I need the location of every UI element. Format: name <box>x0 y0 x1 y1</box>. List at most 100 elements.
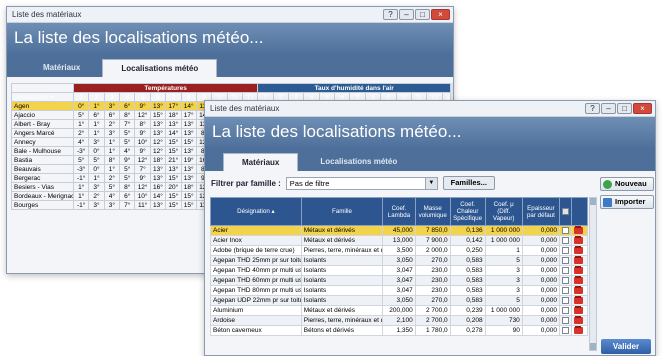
temp-cell: 5° <box>72 155 90 165</box>
minimize-button[interactable]: – <box>601 103 616 114</box>
table-row[interactable]: Acier Métaux et dérivés 45,000 7 850,0 0,136… <box>210 225 589 236</box>
column-header[interactable]: Masse volumique <box>414 197 451 226</box>
month-temp-header[interactable]: 1 <box>72 92 90 102</box>
tab-materiaux[interactable]: Matériaux <box>25 59 98 77</box>
materials-scrollbar[interactable] <box>589 197 597 351</box>
tab-materiaux[interactable]: Matériaux <box>223 153 299 171</box>
table-row[interactable]: Agepan THD 80mm pr multi usageIsolants3,… <box>210 285 589 296</box>
scroll-down-icon[interactable] <box>590 343 596 350</box>
importer-button[interactable]: Importer <box>600 195 654 209</box>
visible-checkbox[interactable] <box>559 265 572 276</box>
localisation-name: Bastia <box>11 155 74 165</box>
close-button[interactable]: × <box>633 103 652 114</box>
delete-button[interactable] <box>570 245 589 256</box>
cell-c: 0,208 <box>449 315 486 326</box>
minimize-button[interactable]: – <box>399 9 414 20</box>
temp-cell: 1° <box>88 101 105 111</box>
maximize-button[interactable]: □ <box>617 103 632 114</box>
month-temp-header[interactable]: 5 <box>134 92 151 102</box>
delete-button[interactable] <box>570 275 589 286</box>
visible-checkbox[interactable] <box>559 225 572 236</box>
temp-cell: 13° <box>149 173 167 183</box>
column-header[interactable]: Coef. Chaleur Spécifique <box>449 197 486 226</box>
month-temp-header[interactable]: 8 <box>180 92 197 102</box>
help-button[interactable]: ? <box>585 103 600 114</box>
back-window-title: Liste des matériaux <box>12 10 82 19</box>
visible-checkbox[interactable] <box>559 315 572 326</box>
column-header[interactable]: Coef. Lambda <box>382 197 416 226</box>
temp-cell: 6° <box>103 110 121 120</box>
familles-button[interactable]: Familles... <box>442 176 495 190</box>
cell-d: Aluminium <box>210 305 302 316</box>
valider-button[interactable]: Valider <box>601 339 651 354</box>
temp-cell: 2° <box>103 119 121 129</box>
table-row[interactable]: Agepan UDP 22mm pr sur toiture Isolants 3,… <box>210 295 589 306</box>
visible-checkbox[interactable] <box>559 235 572 246</box>
cell-m: 270,0 <box>414 255 451 266</box>
group-humidite: Taux d'humidité dans l'air <box>257 83 451 93</box>
month-temp-header[interactable]: 3 <box>103 92 121 102</box>
delete-button[interactable] <box>570 235 589 246</box>
localisation-name: Agen <box>11 101 74 111</box>
close-button[interactable]: × <box>431 9 450 20</box>
visible-checkbox[interactable] <box>559 325 572 336</box>
table-row[interactable]: Agepan THD 40mm pr multi usageIsolants3,… <box>210 265 589 276</box>
visible-checkbox[interactable] <box>559 305 572 316</box>
delete-button[interactable] <box>570 315 589 326</box>
delete-button[interactable] <box>570 295 589 306</box>
table-row[interactable]: Adobe (brique de terre crue) Pierres, ter… <box>210 245 589 256</box>
visible-checkbox[interactable] <box>559 245 572 256</box>
tab-localisations[interactable]: Localisations météo <box>302 153 415 171</box>
table-row[interactable]: Agepan THD 60mm pr multi usageIsolants3,… <box>210 275 589 286</box>
localisation-header[interactable]: Localisation ▾ <box>11 92 74 102</box>
column-header[interactable]: Désignation ▴ <box>210 197 302 226</box>
temp-cell: 14° <box>180 101 197 111</box>
delete-button[interactable] <box>570 285 589 296</box>
filter-bar: Filtrer par famille : Pas de filtre ▼ Fa… <box>205 171 655 195</box>
temp-cell: 3° <box>88 200 105 210</box>
table-row[interactable]: Ardoise Pierres, terre, minéraux et dér 2,… <box>210 315 589 326</box>
column-header[interactable]: Coef. μ (Diff. Vapeur) <box>484 197 523 226</box>
cell-c: 0,583 <box>449 255 486 266</box>
front-window-title: Liste des matériaux <box>210 104 280 113</box>
temp-cell: 1° <box>72 191 90 201</box>
visible-checkbox[interactable] <box>559 275 572 286</box>
column-header[interactable]: Epaisseur par défaut <box>521 197 561 226</box>
filter-select[interactable]: Pas de filtre ▼ <box>285 176 438 190</box>
temp-cell: 12° <box>134 155 151 165</box>
visible-checkbox[interactable] <box>559 285 572 296</box>
column-header[interactable]: Famille <box>300 197 384 226</box>
delete-button[interactable] <box>570 305 589 316</box>
temp-cell: 12° <box>134 110 151 120</box>
table-row[interactable]: Acier Inox Métaux et dérivés 13,000 7 900,0… <box>210 235 589 246</box>
month-temp-header[interactable]: 6 <box>149 92 167 102</box>
delete-button[interactable] <box>570 265 589 276</box>
delete-button[interactable] <box>570 225 589 236</box>
month-temp-header[interactable]: 4 <box>119 92 136 102</box>
temp-cell: 13° <box>149 101 167 111</box>
month-temp-header[interactable]: 7 <box>165 92 182 102</box>
temp-cell: 13° <box>165 164 182 174</box>
cell-d: Agepan THD 80mm pr multi usage <box>210 285 302 296</box>
maximize-button[interactable]: □ <box>415 9 430 20</box>
tab-localisations[interactable]: Localisations météo <box>102 59 218 77</box>
temp-cell: 0° <box>88 146 105 156</box>
visible-checkbox[interactable] <box>559 255 572 266</box>
temp-cell: 13° <box>180 128 197 138</box>
month-temp-header[interactable]: 2 <box>88 92 105 102</box>
delete-button[interactable] <box>570 255 589 266</box>
back-window-titlebar: Liste des matériaux ? – □ × <box>7 7 453 23</box>
temp-cell: 9° <box>134 146 151 156</box>
temp-cell: 0° <box>72 101 90 111</box>
table-row[interactable]: Agepan THD 25mm pr sur toiture Isolants 3,… <box>210 255 589 266</box>
temp-cell: 8° <box>134 119 151 129</box>
table-row[interactable]: Aluminium Métaux et dérivés 200,000 2 700,0… <box>210 305 589 316</box>
delete-button[interactable] <box>570 325 589 336</box>
visible-checkbox[interactable] <box>559 295 572 306</box>
table-row[interactable]: Béton caverneux Bétons et dérivés 1,350 1 7… <box>210 325 589 336</box>
scroll-up-icon[interactable] <box>590 198 596 205</box>
help-button[interactable]: ? <box>383 9 398 20</box>
temp-cell: 2° <box>72 128 90 138</box>
nouveau-button[interactable]: Nouveau <box>600 177 654 191</box>
cell-c: 0,136 <box>449 225 486 236</box>
